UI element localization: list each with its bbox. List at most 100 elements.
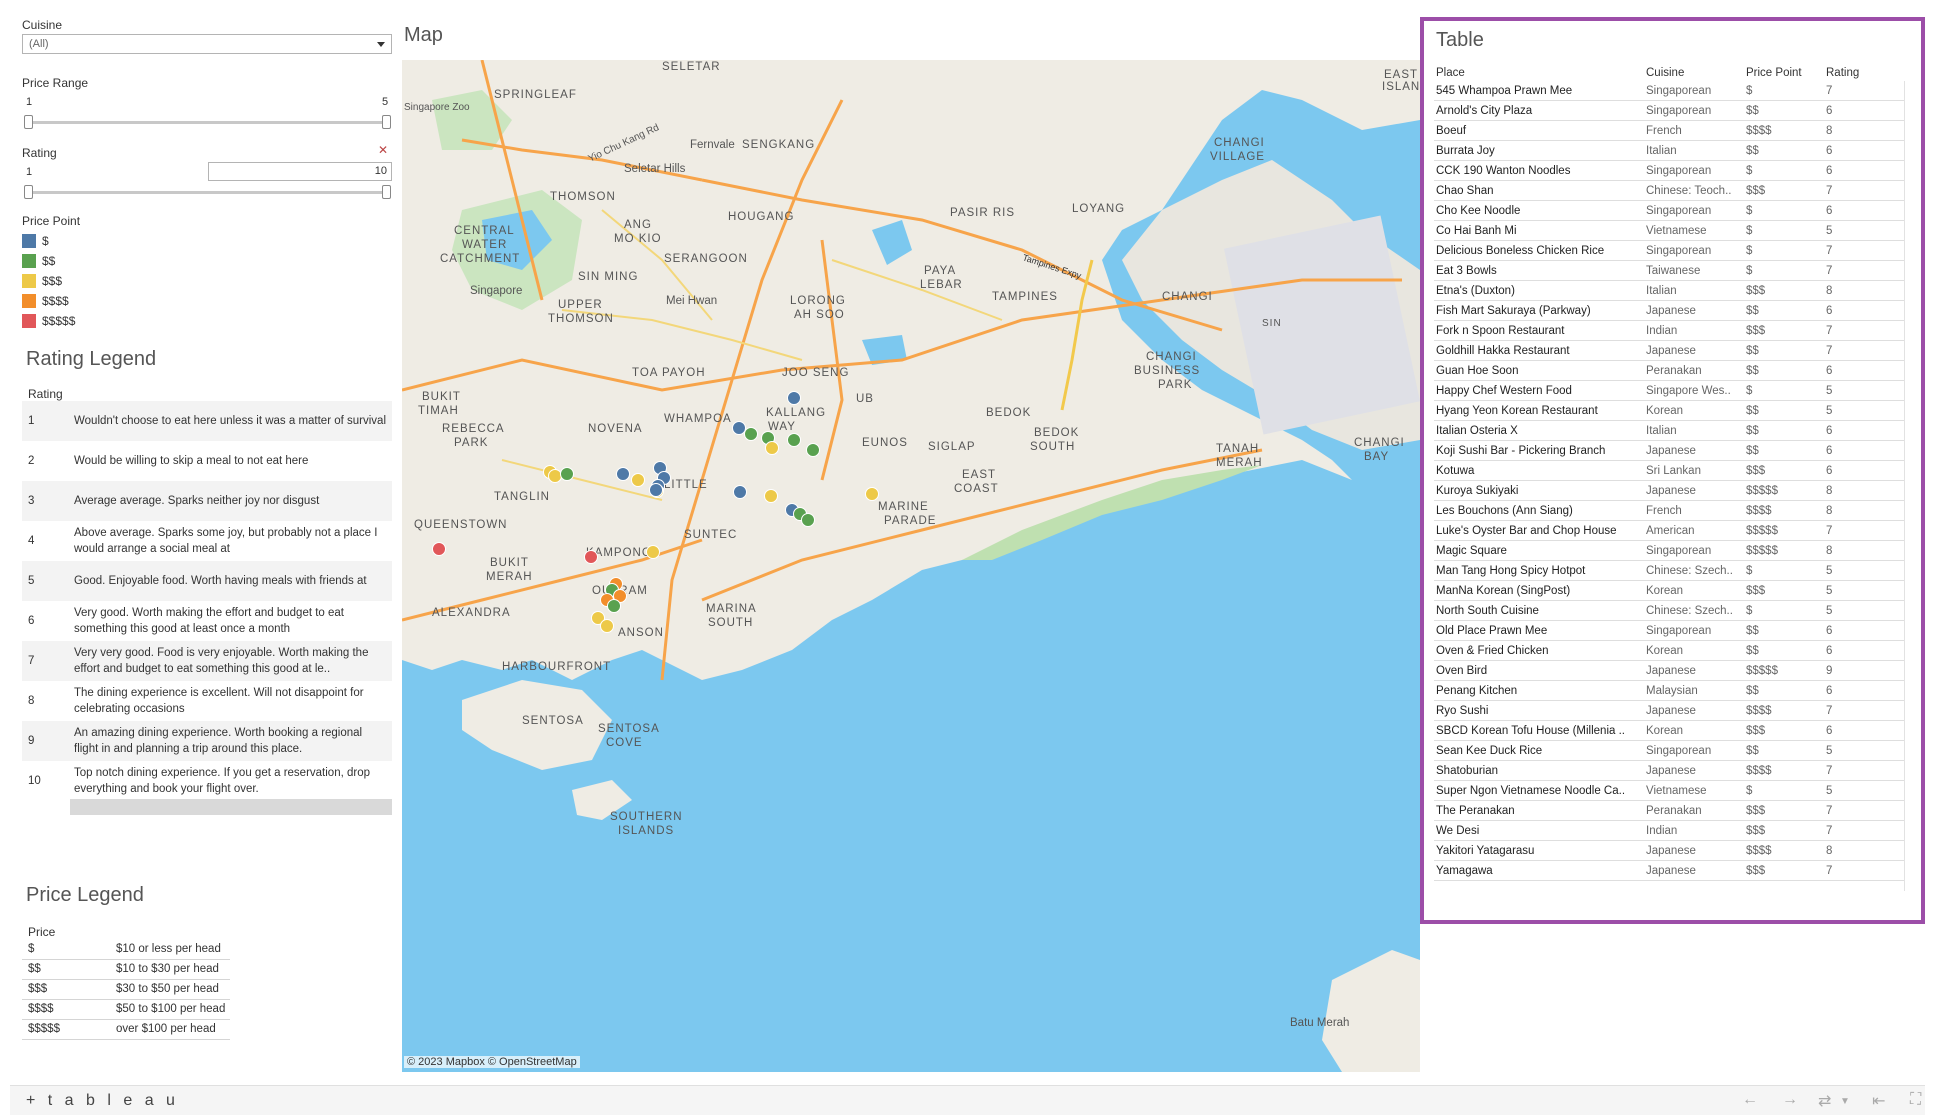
revert-menu-chevron-down-icon[interactable]: ▼ (1840, 1096, 1850, 1107)
rating-min-handle[interactable] (24, 185, 33, 199)
table-row[interactable]: Arnold's City Plaza Singaporean $$ 6 (1434, 101, 1904, 121)
restaurant-marker[interactable] (649, 483, 663, 497)
restaurant-marker[interactable] (560, 467, 574, 481)
restaurant-marker[interactable] (616, 467, 630, 481)
rating-legend-scrollbar[interactable] (70, 799, 392, 815)
table-row[interactable]: CCK 190 Wanton Noodles Singaporean $6 (1434, 161, 1904, 181)
table-row[interactable]: Burrata Joy Italian $$ 6 (1434, 141, 1904, 161)
table-row[interactable]: SBCD Korean Tofu House (Millenia .. Korea… (1434, 721, 1904, 741)
revert-icon[interactable]: ⇄ (1818, 1091, 1831, 1111)
table-row[interactable]: Hyang Yeon Korean Restaurant Korean $$ 5 (1434, 401, 1904, 421)
rating-cell: 7 (1826, 325, 1833, 337)
restaurant-marker[interactable] (432, 542, 446, 556)
restaurant-marker[interactable] (865, 487, 879, 501)
table-header-place[interactable]: Place (1436, 67, 1465, 79)
price-point-cell: $ (1746, 605, 1753, 617)
restaurant-marker[interactable] (631, 473, 645, 487)
table-row[interactable]: Luke's Oyster Bar and Chop House American… (1434, 521, 1904, 541)
price-point-swatch (22, 294, 36, 308)
tableau-logo[interactable]: + t a b l e a u (26, 1092, 179, 1110)
cuisine-cell: Japanese (1646, 445, 1696, 457)
table-row[interactable]: The Peranakan Peranakan $$$ 7 (1434, 801, 1904, 821)
table-row[interactable]: Boeuf French $$$$ 8 (1434, 121, 1904, 141)
restaurant-marker[interactable] (806, 443, 820, 457)
restaurant-marker[interactable] (733, 485, 747, 499)
table-row[interactable]: We Desi Indian $$$ 7 (1434, 821, 1904, 841)
price-point-legend-item[interactable]: $$$$$ (22, 314, 75, 328)
table-row[interactable]: Italian Osteria X Italian $$ 6 (1434, 421, 1904, 441)
undo-icon[interactable]: ← (1742, 1091, 1758, 1109)
table-row[interactable]: Goldhill Hakka Restaurant Japanese $$ 7 (1434, 341, 1904, 361)
map-attribution[interactable]: © 2023 Mapbox © OpenStreetMap (404, 1056, 580, 1068)
table-row[interactable]: Delicious Boneless Chicken Rice Singapore… (1434, 241, 1904, 261)
price-point-cell: $$$ (1746, 825, 1766, 837)
price-point-legend-item[interactable]: $$$$ (22, 294, 69, 308)
table-row[interactable]: Yakitori Yatagarasu Japanese $$$$ 8 (1434, 841, 1904, 861)
table-header-rating[interactable]: Rating (1826, 67, 1859, 79)
restaurant-marker[interactable] (732, 421, 746, 435)
table-row[interactable]: Eat 3 Bowls Taiwanese $7 (1434, 261, 1904, 281)
table-row[interactable]: 545 Whampoa Prawn Mee Singaporean $7 (1434, 81, 1904, 101)
restaurant-marker[interactable] (646, 545, 660, 559)
svg-text:EUNOS: EUNOS (862, 437, 908, 449)
table-row[interactable]: Fish Mart Sakuraya (Parkway) Japanese $$ 6 (1434, 301, 1904, 321)
map-canvas[interactable]: SELETAR SPRINGLEAF Singapore Zoo Yio Chu… (402, 60, 1420, 1072)
reset-icon[interactable]: ⇤ (1872, 1091, 1885, 1111)
table-row[interactable]: Guan Hoe Soon Peranakan $$ 6 (1434, 361, 1904, 381)
table-scrollbar[interactable] (1904, 81, 1912, 891)
table-row[interactable]: Fork n Spoon Restaurant Indian $$$ 7 (1434, 321, 1904, 341)
rating-max-input[interactable]: 10 (208, 162, 392, 181)
table-header-price-point[interactable]: Price Point (1746, 67, 1802, 79)
fullscreen-icon[interactable]: ⛶ (1910, 1091, 1921, 1109)
table-row[interactable]: Man Tang Hong Spicy Hotpot Chinese: Szech… (1434, 561, 1904, 581)
rating-legend-title: Rating Legend (26, 348, 157, 370)
price-point-legend-item[interactable]: $$$ (22, 274, 62, 288)
table-row[interactable]: North South Cuisine Chinese: Szech.. $5 (1434, 601, 1904, 621)
price-point-legend-item[interactable]: $$ (22, 254, 55, 268)
clear-filter-icon[interactable]: ✕ (378, 143, 388, 157)
restaurant-marker[interactable] (765, 441, 779, 455)
restaurant-marker[interactable] (787, 433, 801, 447)
table-row[interactable]: Koji Sushi Bar - Pickering Branch Japanes… (1434, 441, 1904, 461)
table-row[interactable]: Kuroya Sukiyaki Japanese $$$$$ 8 (1434, 481, 1904, 501)
price-point-legend-item[interactable]: $ (22, 234, 49, 248)
restaurant-marker[interactable] (584, 550, 598, 564)
table-row[interactable]: Co Hai Banh Mi Vietnamese $5 (1434, 221, 1904, 241)
table-row[interactable]: Happy Chef Western Food Singapore Wes.. $5 (1434, 381, 1904, 401)
table-row[interactable]: Old Place Prawn Mee Singaporean $$ 6 (1434, 621, 1904, 641)
price-range-min-handle[interactable] (24, 115, 33, 129)
table-row[interactable]: Ryo Sushi Japanese $$$$ 7 (1434, 701, 1904, 721)
restaurant-marker[interactable] (764, 489, 778, 503)
table-row[interactable]: Les Bouchons (Ann Siang) French $$$$ 8 (1434, 501, 1904, 521)
restaurant-marker[interactable] (548, 469, 562, 483)
rating-slider-track[interactable] (28, 191, 390, 194)
restaurant-marker[interactable] (801, 513, 815, 527)
table-row[interactable]: Sean Kee Duck Rice Singaporean $$ 5 (1434, 741, 1904, 761)
restaurant-marker[interactable] (600, 619, 614, 633)
table-row[interactable]: Etna's (Duxton) Italian $$$ 8 (1434, 281, 1904, 301)
table-header-cuisine[interactable]: Cuisine (1646, 67, 1684, 79)
price-range-max-handle[interactable] (382, 115, 391, 129)
map-view[interactable]: SELETAR SPRINGLEAF Singapore Zoo Yio Chu… (402, 60, 1420, 1072)
rating-cell: 6 (1826, 465, 1833, 477)
rating-max-handle[interactable] (382, 185, 391, 199)
cuisine-dropdown[interactable]: (All) (22, 34, 392, 54)
redo-icon[interactable]: → (1782, 1091, 1798, 1109)
table-row[interactable]: Cho Kee Noodle Singaporean $6 (1434, 201, 1904, 221)
table-row[interactable]: Magic Square Singaporean $$$$$ 8 (1434, 541, 1904, 561)
table-title: Table (1436, 29, 1484, 51)
table-row[interactable]: Yamagawa Japanese $$$ 7 (1434, 861, 1904, 881)
table-row[interactable]: ManNa Korean (SingPost) Korean $$$ 5 (1434, 581, 1904, 601)
table-row[interactable]: Kotuwa Sri Lankan $$$ 6 (1434, 461, 1904, 481)
table-row[interactable]: Shatoburian Japanese $$$$ 7 (1434, 761, 1904, 781)
table-row[interactable]: Super Ngon Vietnamese Noodle Ca.. Vietnam… (1434, 781, 1904, 801)
table-row[interactable]: Oven Bird Japanese $$$$$ 9 (1434, 661, 1904, 681)
table-row[interactable]: Chao Shan Chinese: Teoch.. $$$ 7 (1434, 181, 1904, 201)
svg-text:SOUTH: SOUTH (1030, 441, 1075, 453)
table-row[interactable]: Oven & Fried Chicken Korean $$ 6 (1434, 641, 1904, 661)
price-range-slider-track[interactable] (28, 121, 390, 124)
table-row[interactable]: Penang Kitchen Malaysian $$ 6 (1434, 681, 1904, 701)
restaurant-marker[interactable] (744, 427, 758, 441)
restaurant-marker[interactable] (787, 391, 801, 405)
restaurant-marker[interactable] (607, 599, 621, 613)
